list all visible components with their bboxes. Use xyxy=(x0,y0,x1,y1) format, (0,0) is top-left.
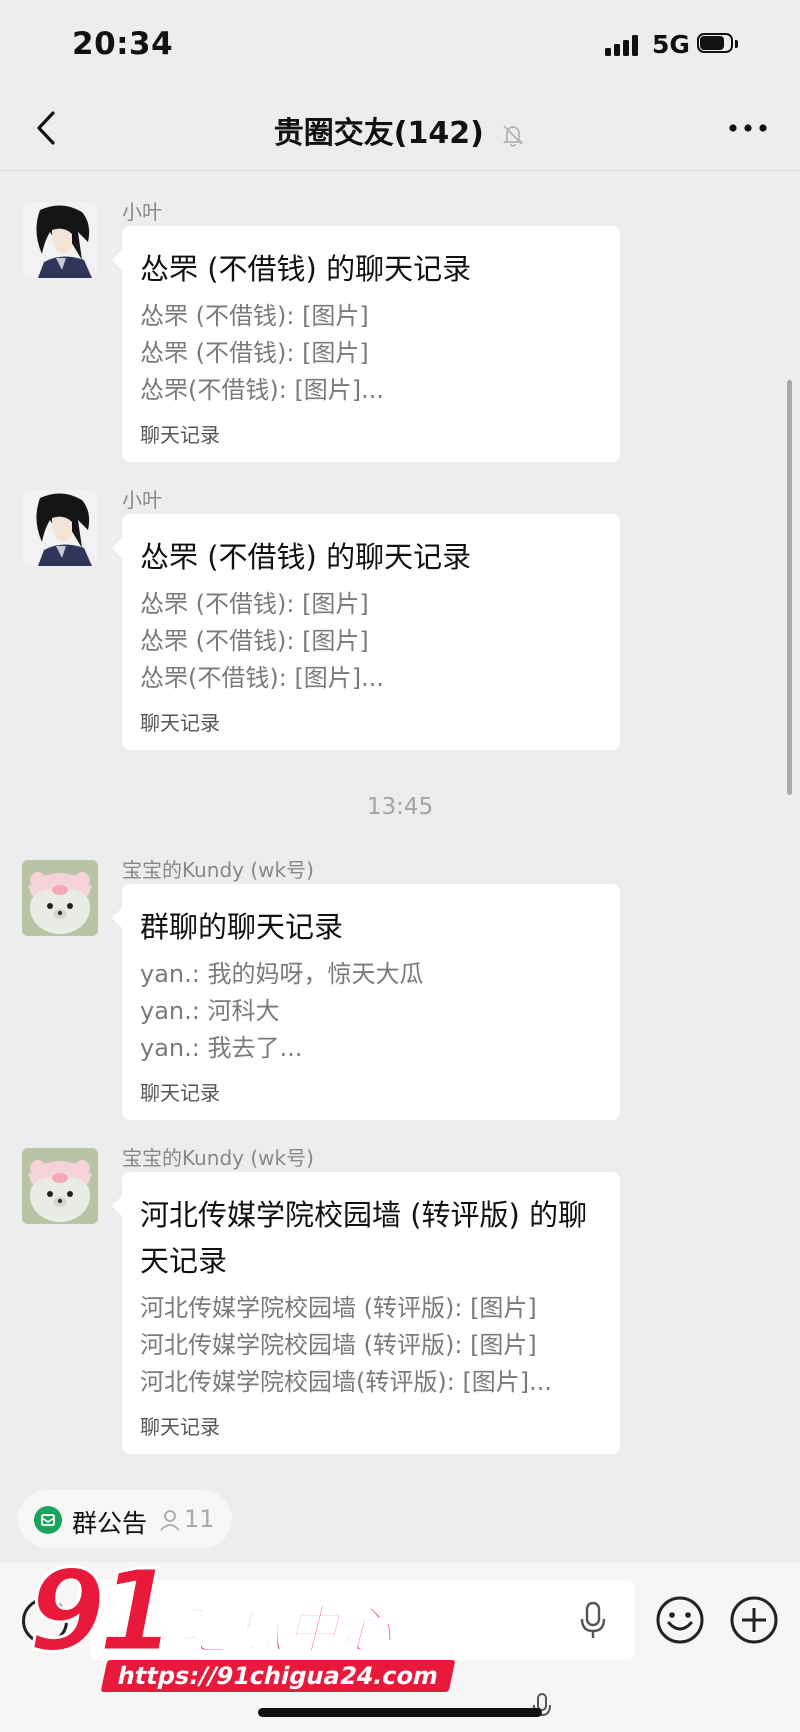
card-footer: 聊天记录 xyxy=(140,711,220,735)
chat-record-card[interactable]: 怂罘 (不借钱) 的聊天记录 怂罘 (不借钱): [图片] 怂罘 (不借钱): … xyxy=(112,514,620,750)
notice-icon xyxy=(34,1506,62,1534)
card-line: 怂罘(不借钱): [图片]... xyxy=(140,664,385,692)
avatar[interactable] xyxy=(22,860,98,936)
card-line: 怂罘 (不借钱): [图片] xyxy=(140,627,369,655)
avatar[interactable] xyxy=(22,202,98,278)
chat-record-card[interactable]: 怂罘 (不借钱) 的聊天记录 怂罘 (不借钱): [图片] 怂罘 (不借钱): … xyxy=(112,226,620,462)
card-line: 怂罘(不借钱): [图片]... xyxy=(140,376,385,404)
member-icon xyxy=(160,1510,180,1531)
chat-record-card[interactable]: 群聊的聊天记录 yan.: 我的妈呀，惊天大瓜 yan.: 河科大 yan.: … xyxy=(112,884,620,1120)
nav-bar: 贵圈交友(142) xyxy=(0,90,800,171)
card-title: 群聊的聊天记录 xyxy=(140,910,344,944)
scrollbar[interactable] xyxy=(787,380,792,795)
card-line: 河北传媒学院校园墙 (转评版): [图片] xyxy=(140,1331,537,1359)
time-separator: 13:45 xyxy=(366,794,434,820)
more-button[interactable] xyxy=(718,104,778,152)
status-bar: 20:34 5G xyxy=(0,0,800,90)
notice-label: 群公告 xyxy=(72,1509,148,1538)
card-line: 怂罘 (不借钱): [图片] xyxy=(140,590,369,618)
card-line: 河北传媒学院校园墙(转评版): [图片]... xyxy=(140,1368,553,1396)
avatar[interactable] xyxy=(22,490,98,566)
card-line: yan.: 我的妈呀，惊天大瓜 xyxy=(140,960,424,988)
microphone-small-icon xyxy=(533,1693,551,1717)
plus-icon[interactable] xyxy=(728,1594,780,1646)
card-footer: 聊天记录 xyxy=(140,1081,220,1105)
chat-title: 贵圈交友(142) xyxy=(0,108,800,152)
watermark-logo: 91 xyxy=(27,1547,178,1677)
plush-bear-avatar-icon xyxy=(22,1148,98,1224)
card-footer: 聊天记录 xyxy=(140,1415,220,1439)
status-time: 20:34 xyxy=(72,26,174,62)
more-horizontal-icon xyxy=(729,124,767,132)
microphone-icon[interactable] xyxy=(578,1600,608,1640)
plush-bear-avatar-icon xyxy=(22,860,98,936)
card-line: 怂罘 (不借钱): [图片] xyxy=(140,302,369,330)
card-title: 怂罘 (不借钱) 的聊天记录 xyxy=(140,540,472,574)
anime-boy-avatar-icon xyxy=(22,202,98,278)
watermark: 91 吃瓜中心 https://91chigua24.com xyxy=(27,1547,456,1716)
card-title: 怂罘 (不借钱) 的聊天记录 xyxy=(140,252,472,286)
sender-name: 小叶 xyxy=(122,200,162,224)
bell-off-icon xyxy=(503,124,524,147)
sender-name: 宝宝的Kundy (wk号) xyxy=(122,858,314,882)
sender-name: 小叶 xyxy=(122,488,162,512)
signal-icon xyxy=(605,34,643,56)
card-title: 河北传媒学院校园墙 (转评版) 的聊天记录 xyxy=(140,1198,588,1278)
chat-title-text: 贵圈交友(142) xyxy=(273,116,484,151)
card-footer: 聊天记录 xyxy=(140,423,220,447)
card-line: yan.: 河科大 xyxy=(140,997,280,1025)
network-label: 5G xyxy=(652,30,690,59)
emoji-icon[interactable] xyxy=(654,1594,706,1646)
battery-icon xyxy=(697,33,739,55)
member-count: 11 xyxy=(184,1505,215,1533)
card-line: 怂罘 (不借钱): [图片] xyxy=(140,339,369,367)
anime-boy-avatar-icon xyxy=(22,490,98,566)
chat-record-card[interactable]: 河北传媒学院校园墙 (转评版) 的聊天记录 河北传媒学院校园墙 (转评版): [… xyxy=(112,1172,620,1454)
sender-name: 宝宝的Kundy (wk号) xyxy=(122,1146,314,1170)
card-line: yan.: 我去了... xyxy=(140,1034,303,1062)
watermark-url: https://91chigua24.com xyxy=(100,1660,456,1692)
watermark-text: 吃瓜中心 xyxy=(177,1600,395,1662)
avatar[interactable] xyxy=(22,1148,98,1224)
group-notice-chip[interactable]: 群公告 11 xyxy=(18,1490,232,1548)
card-line: 河北传媒学院校园墙 (转评版): [图片] xyxy=(140,1294,537,1322)
